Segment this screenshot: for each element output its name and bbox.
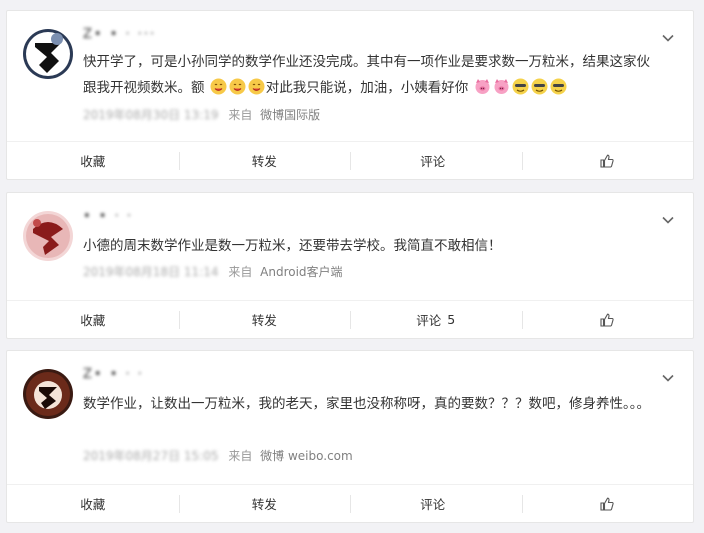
source-prefix: 来自 [228, 449, 253, 463]
repost-button[interactable]: 转发 [178, 142, 351, 179]
post-text: 数学作业，让数出一万粒米，我的老天，家里也没称称呀，真的要数？？？数吧，修身养性… [83, 396, 650, 412]
post-meta: 2019年08月18日 11:14 来自 Android客户端 [83, 263, 343, 280]
weibo-post-card-3: Z• • · · 数学作业，让数出一万粒米，我的老天，家里也没称称呀，真的要数？… [6, 350, 694, 523]
like-button[interactable] [521, 142, 694, 179]
action-bar: 收藏 转发 评论 [7, 141, 693, 179]
thumbs-up-icon [600, 313, 614, 327]
post-time[interactable]: 2019年08月27日 15:05 [83, 449, 218, 463]
collect-label: 收藏 [80, 313, 106, 328]
post-content: 小德的周末数学作业是数一万粒米，还要带去学校。我简直不敢相信！ [83, 233, 663, 259]
comment-button[interactable]: 评论 [350, 142, 522, 179]
doge-face-icon [550, 78, 567, 95]
source-prefix: 来自 [228, 265, 253, 279]
chevron-down-icon[interactable] [661, 371, 675, 385]
comment-button[interactable]: 评论 5 [350, 301, 522, 338]
user-avatar[interactable] [23, 211, 73, 261]
pig-face-icon [474, 78, 491, 95]
like-button[interactable] [521, 301, 694, 338]
chevron-down-icon[interactable] [661, 213, 675, 227]
post-time[interactable]: 2019年08月18日 11:14 [83, 265, 218, 279]
post-time[interactable]: 2019年08月30日 13:19 [83, 108, 218, 122]
pig-face-icon [493, 78, 510, 95]
action-bar: 收藏 转发 评论 5 [7, 300, 693, 338]
collect-label: 收藏 [80, 154, 106, 169]
user-avatar[interactable] [23, 29, 73, 79]
yummy-face-icon [248, 78, 265, 95]
repost-label: 转发 [251, 313, 277, 328]
doge-face-icon [531, 78, 548, 95]
post-meta: 2019年08月27日 15:05 来自 微博 weibo.com [83, 447, 353, 464]
yummy-face-icon [210, 78, 227, 95]
chevron-down-icon[interactable] [661, 31, 675, 45]
post-text: 小德的周末数学作业是数一万粒米，还要带去学校。我简直不敢相信！ [83, 238, 502, 254]
comment-label: 评论 [420, 497, 446, 512]
repost-label: 转发 [251, 497, 277, 512]
comment-label: 评论 [420, 154, 446, 169]
username[interactable]: • • · · [83, 209, 133, 227]
weibo-post-card-1: Z• • · ··· 快开学了，可是小孙同学的数学作业还没完成。其中有一项作业是… [6, 10, 694, 180]
repost-button[interactable]: 转发 [178, 485, 351, 522]
post-source[interactable]: 微博国际版 [260, 108, 320, 122]
username[interactable]: Z• • · · [83, 367, 144, 385]
comment-count: 5 [447, 312, 456, 327]
thumbs-up-icon [600, 497, 614, 511]
username[interactable]: Z• • · ··· [83, 27, 156, 45]
repost-button[interactable]: 转发 [178, 301, 351, 338]
collect-button[interactable]: 收藏 [7, 142, 179, 179]
post-source[interactable]: Android客户端 [260, 265, 342, 279]
post-source[interactable]: 微博 weibo.com [260, 449, 353, 463]
post-content: 数学作业，让数出一万粒米，我的老天，家里也没称称呀，真的要数？？？数吧，修身养性… [83, 391, 663, 417]
comment-button[interactable]: 评论 [350, 485, 522, 522]
post-meta: 2019年08月30日 13:19 来自 微博国际版 [83, 106, 320, 123]
like-button[interactable] [521, 485, 694, 522]
yummy-face-icon [229, 78, 246, 95]
weibo-post-card-2: • • · · 小德的周末数学作业是数一万粒米，还要带去学校。我简直不敢相信！ … [6, 192, 694, 339]
post-content: 快开学了，可是小孙同学的数学作业还没完成。其中有一项作业是要求数一万粒米，结果这… [83, 49, 663, 101]
action-bar: 收藏 转发 评论 [7, 484, 693, 522]
repost-label: 转发 [251, 154, 277, 169]
collect-button[interactable]: 收藏 [7, 485, 179, 522]
source-prefix: 来自 [228, 108, 253, 122]
doge-face-icon [512, 78, 529, 95]
comment-label: 评论 [416, 313, 442, 328]
thumbs-up-icon [600, 154, 614, 168]
collect-button[interactable]: 收藏 [7, 301, 179, 338]
post-text-2: 对此我只能说，加油，小姨看好你 [265, 80, 469, 96]
collect-label: 收藏 [80, 497, 106, 512]
user-avatar[interactable] [23, 369, 73, 419]
